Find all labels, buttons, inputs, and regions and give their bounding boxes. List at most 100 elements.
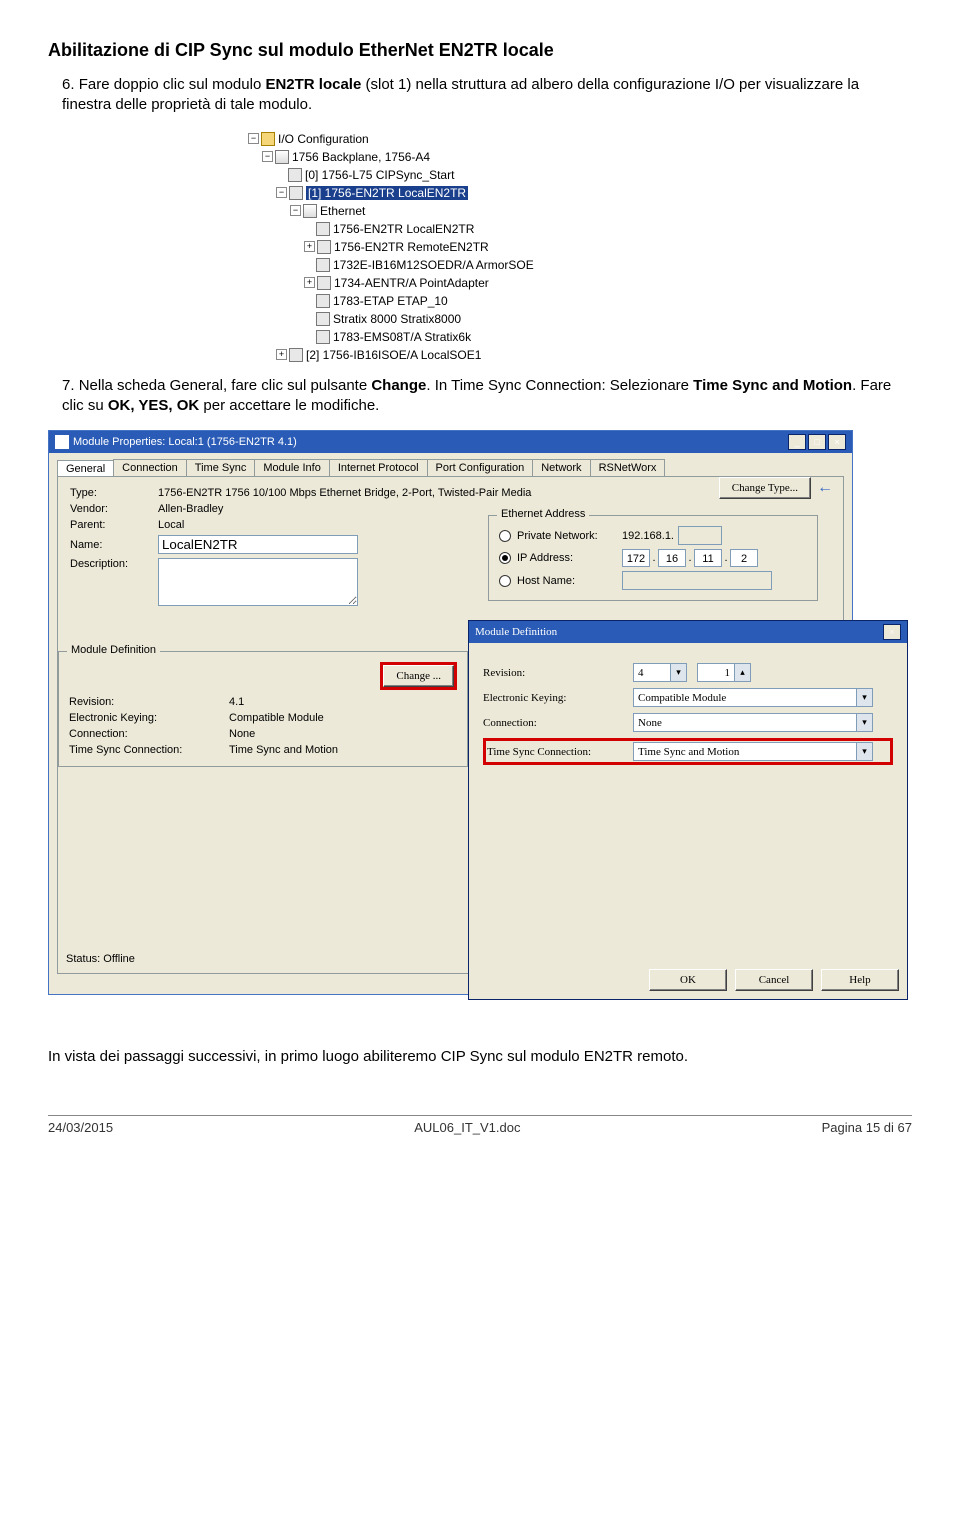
tree-label: 1756-EN2TR RemoteEN2TR: [334, 240, 489, 254]
list-number: 7.: [62, 377, 75, 394]
module-definition-group: Module Definition Change ... Revision:4.…: [58, 651, 468, 767]
label: Connection:: [69, 728, 229, 740]
tab-timesync[interactable]: Time Sync: [186, 459, 256, 476]
titlebar[interactable]: Module Definition ×: [469, 621, 907, 643]
connection-dropdown[interactable]: None▾: [633, 713, 873, 732]
tree-label: 1734-AENTR/A PointAdapter: [334, 276, 489, 290]
ip-octet-4[interactable]: 2: [730, 549, 758, 567]
revision-major-dropdown[interactable]: 4▾: [633, 663, 687, 682]
page-footer: 24/03/2015 AUL06_IT_V1.doc Pagina 15 di …: [48, 1115, 912, 1135]
expand-icon[interactable]: +: [304, 241, 315, 252]
close-button[interactable]: ×: [883, 624, 901, 640]
io-config-tree: −I/O Configuration −1756 Backplane, 1756…: [248, 130, 912, 364]
module-icon: [289, 348, 303, 362]
tree-node[interactable]: [0] 1756-L75 CIPSync_Start: [248, 166, 912, 184]
radio-private-network[interactable]: [499, 530, 511, 542]
dropdown-arrow-icon[interactable]: ▾: [856, 689, 872, 706]
tree-label: [1] 1756-EN2TR LocalEN2TR: [306, 186, 468, 200]
label: Electronic Keying:: [69, 712, 229, 724]
closing-paragraph: In vista dei passaggi successivi, in pri…: [48, 1048, 912, 1065]
private-net-octet[interactable]: [678, 526, 722, 545]
private-net-prefix: 192.168.1.: [622, 530, 674, 542]
revision-value: 4.1: [229, 696, 244, 708]
collapse-icon[interactable]: −: [248, 133, 259, 144]
dropdown-arrow-icon[interactable]: ▾: [856, 714, 872, 731]
label: Type:: [70, 487, 158, 499]
tree-node[interactable]: 1756-EN2TR LocalEN2TR: [248, 220, 912, 238]
tab-internetprotocol[interactable]: Internet Protocol: [329, 459, 428, 476]
dialog-composite: Module Properties: Local:1 (1756-EN2TR 4…: [48, 430, 918, 1020]
tree-node[interactable]: 1783-EMS08T/A Stratix6k: [248, 328, 912, 346]
tab-rsnetworx[interactable]: RSNetWorx: [590, 459, 666, 476]
tree-node[interactable]: +1756-EN2TR RemoteEN2TR: [248, 238, 912, 256]
paragraph-6: 6. Fare doppio clic sul modulo EN2TR loc…: [62, 75, 912, 116]
dialog-title: Module Definition: [475, 626, 557, 638]
minimize-button[interactable]: _: [788, 434, 806, 450]
module-icon: [317, 240, 331, 254]
text-bold: Time Sync and Motion: [693, 377, 852, 394]
label: Description:: [70, 558, 158, 570]
spinner-icon[interactable]: ▴: [734, 664, 750, 681]
tree-node-selected[interactable]: − [1] 1756-EN2TR LocalEN2TR: [248, 184, 912, 202]
host-name-input[interactable]: [622, 571, 772, 590]
titlebar[interactable]: Module Properties: Local:1 (1756-EN2TR 4…: [49, 431, 852, 453]
text: Fare doppio clic sul modulo: [79, 76, 266, 93]
ip-octet-2[interactable]: 16: [658, 549, 686, 567]
change-button[interactable]: Change ...: [383, 665, 454, 687]
description-input[interactable]: [158, 558, 358, 606]
tab-network[interactable]: Network: [532, 459, 590, 476]
tab-portconfig[interactable]: Port Configuration: [427, 459, 534, 476]
expand-icon[interactable]: +: [304, 277, 315, 288]
cancel-button[interactable]: Cancel: [735, 969, 813, 991]
maximize-button[interactable]: □: [808, 434, 826, 450]
tab-general[interactable]: General: [57, 460, 114, 477]
tree-node[interactable]: 1783-ETAP ETAP_10: [248, 292, 912, 310]
tree-label: [0] 1756-L75 CIPSync_Start: [305, 168, 454, 182]
label: Revision:: [483, 667, 633, 679]
tree-node[interactable]: +1734-AENTR/A PointAdapter: [248, 274, 912, 292]
tsc-dropdown[interactable]: Time Sync and Motion▾: [633, 742, 873, 761]
tree-node[interactable]: −1756 Backplane, 1756-A4: [248, 148, 912, 166]
tab-moduleinfo[interactable]: Module Info: [254, 459, 329, 476]
tree-label: Ethernet: [320, 204, 365, 218]
expand-icon[interactable]: +: [276, 349, 287, 360]
tsc-value: Time Sync and Motion: [634, 746, 856, 758]
highlight-tsc-row: Time Sync Connection: Time Sync and Moti…: [483, 738, 893, 765]
tree-label: [2] 1756-IB16ISOE/A LocalSOE1: [306, 348, 481, 362]
tab-strip: General Connection Time Sync Module Info…: [57, 459, 852, 476]
dropdown-arrow-icon[interactable]: ▾: [670, 664, 686, 681]
change-type-button[interactable]: Change Type...: [719, 477, 811, 499]
text-bold: EN2TR locale: [265, 76, 361, 93]
radio-ip-address[interactable]: [499, 552, 511, 564]
tree-node[interactable]: + [2] 1756-IB16ISOE/A LocalSOE1: [248, 346, 912, 364]
tree-node[interactable]: − Ethernet: [248, 202, 912, 220]
label: Electronic Keying:: [483, 692, 633, 704]
tree-label: Stratix 8000 Stratix8000: [333, 312, 461, 326]
tab-connection[interactable]: Connection: [113, 459, 187, 476]
ekeying-dropdown[interactable]: Compatible Module▾: [633, 688, 873, 707]
connection-value: None: [634, 717, 856, 729]
collapse-icon[interactable]: −: [262, 151, 273, 162]
module-icon: [288, 168, 302, 182]
ethernet-icon: [303, 204, 317, 218]
close-button[interactable]: ×: [828, 434, 846, 450]
backplane-icon: [275, 150, 289, 164]
collapse-icon[interactable]: −: [276, 187, 287, 198]
tree-node[interactable]: Stratix 8000 Stratix8000: [248, 310, 912, 328]
radio-host-name[interactable]: [499, 575, 511, 587]
tree-node[interactable]: 1732E-IB16M12SOEDR/A ArmorSOE: [248, 256, 912, 274]
dropdown-arrow-icon[interactable]: ▾: [856, 743, 872, 760]
tree-node[interactable]: −I/O Configuration: [248, 130, 912, 148]
help-button[interactable]: Help: [821, 969, 899, 991]
module-icon: [317, 276, 331, 290]
dialog-icon: Module Properties: Local:1 (1756-EN2TR 4…: [55, 435, 297, 449]
label: Revision:: [69, 696, 229, 708]
ip-octet-1[interactable]: 172: [622, 549, 650, 567]
ok-button[interactable]: OK: [649, 969, 727, 991]
ip-octet-3[interactable]: 11: [694, 549, 722, 567]
revision-minor-spinner[interactable]: 1▴: [697, 663, 751, 682]
name-input[interactable]: [158, 535, 358, 554]
collapse-icon[interactable]: −: [290, 205, 301, 216]
text-bold: Change: [371, 377, 426, 394]
label: Time Sync Connection:: [487, 746, 633, 758]
